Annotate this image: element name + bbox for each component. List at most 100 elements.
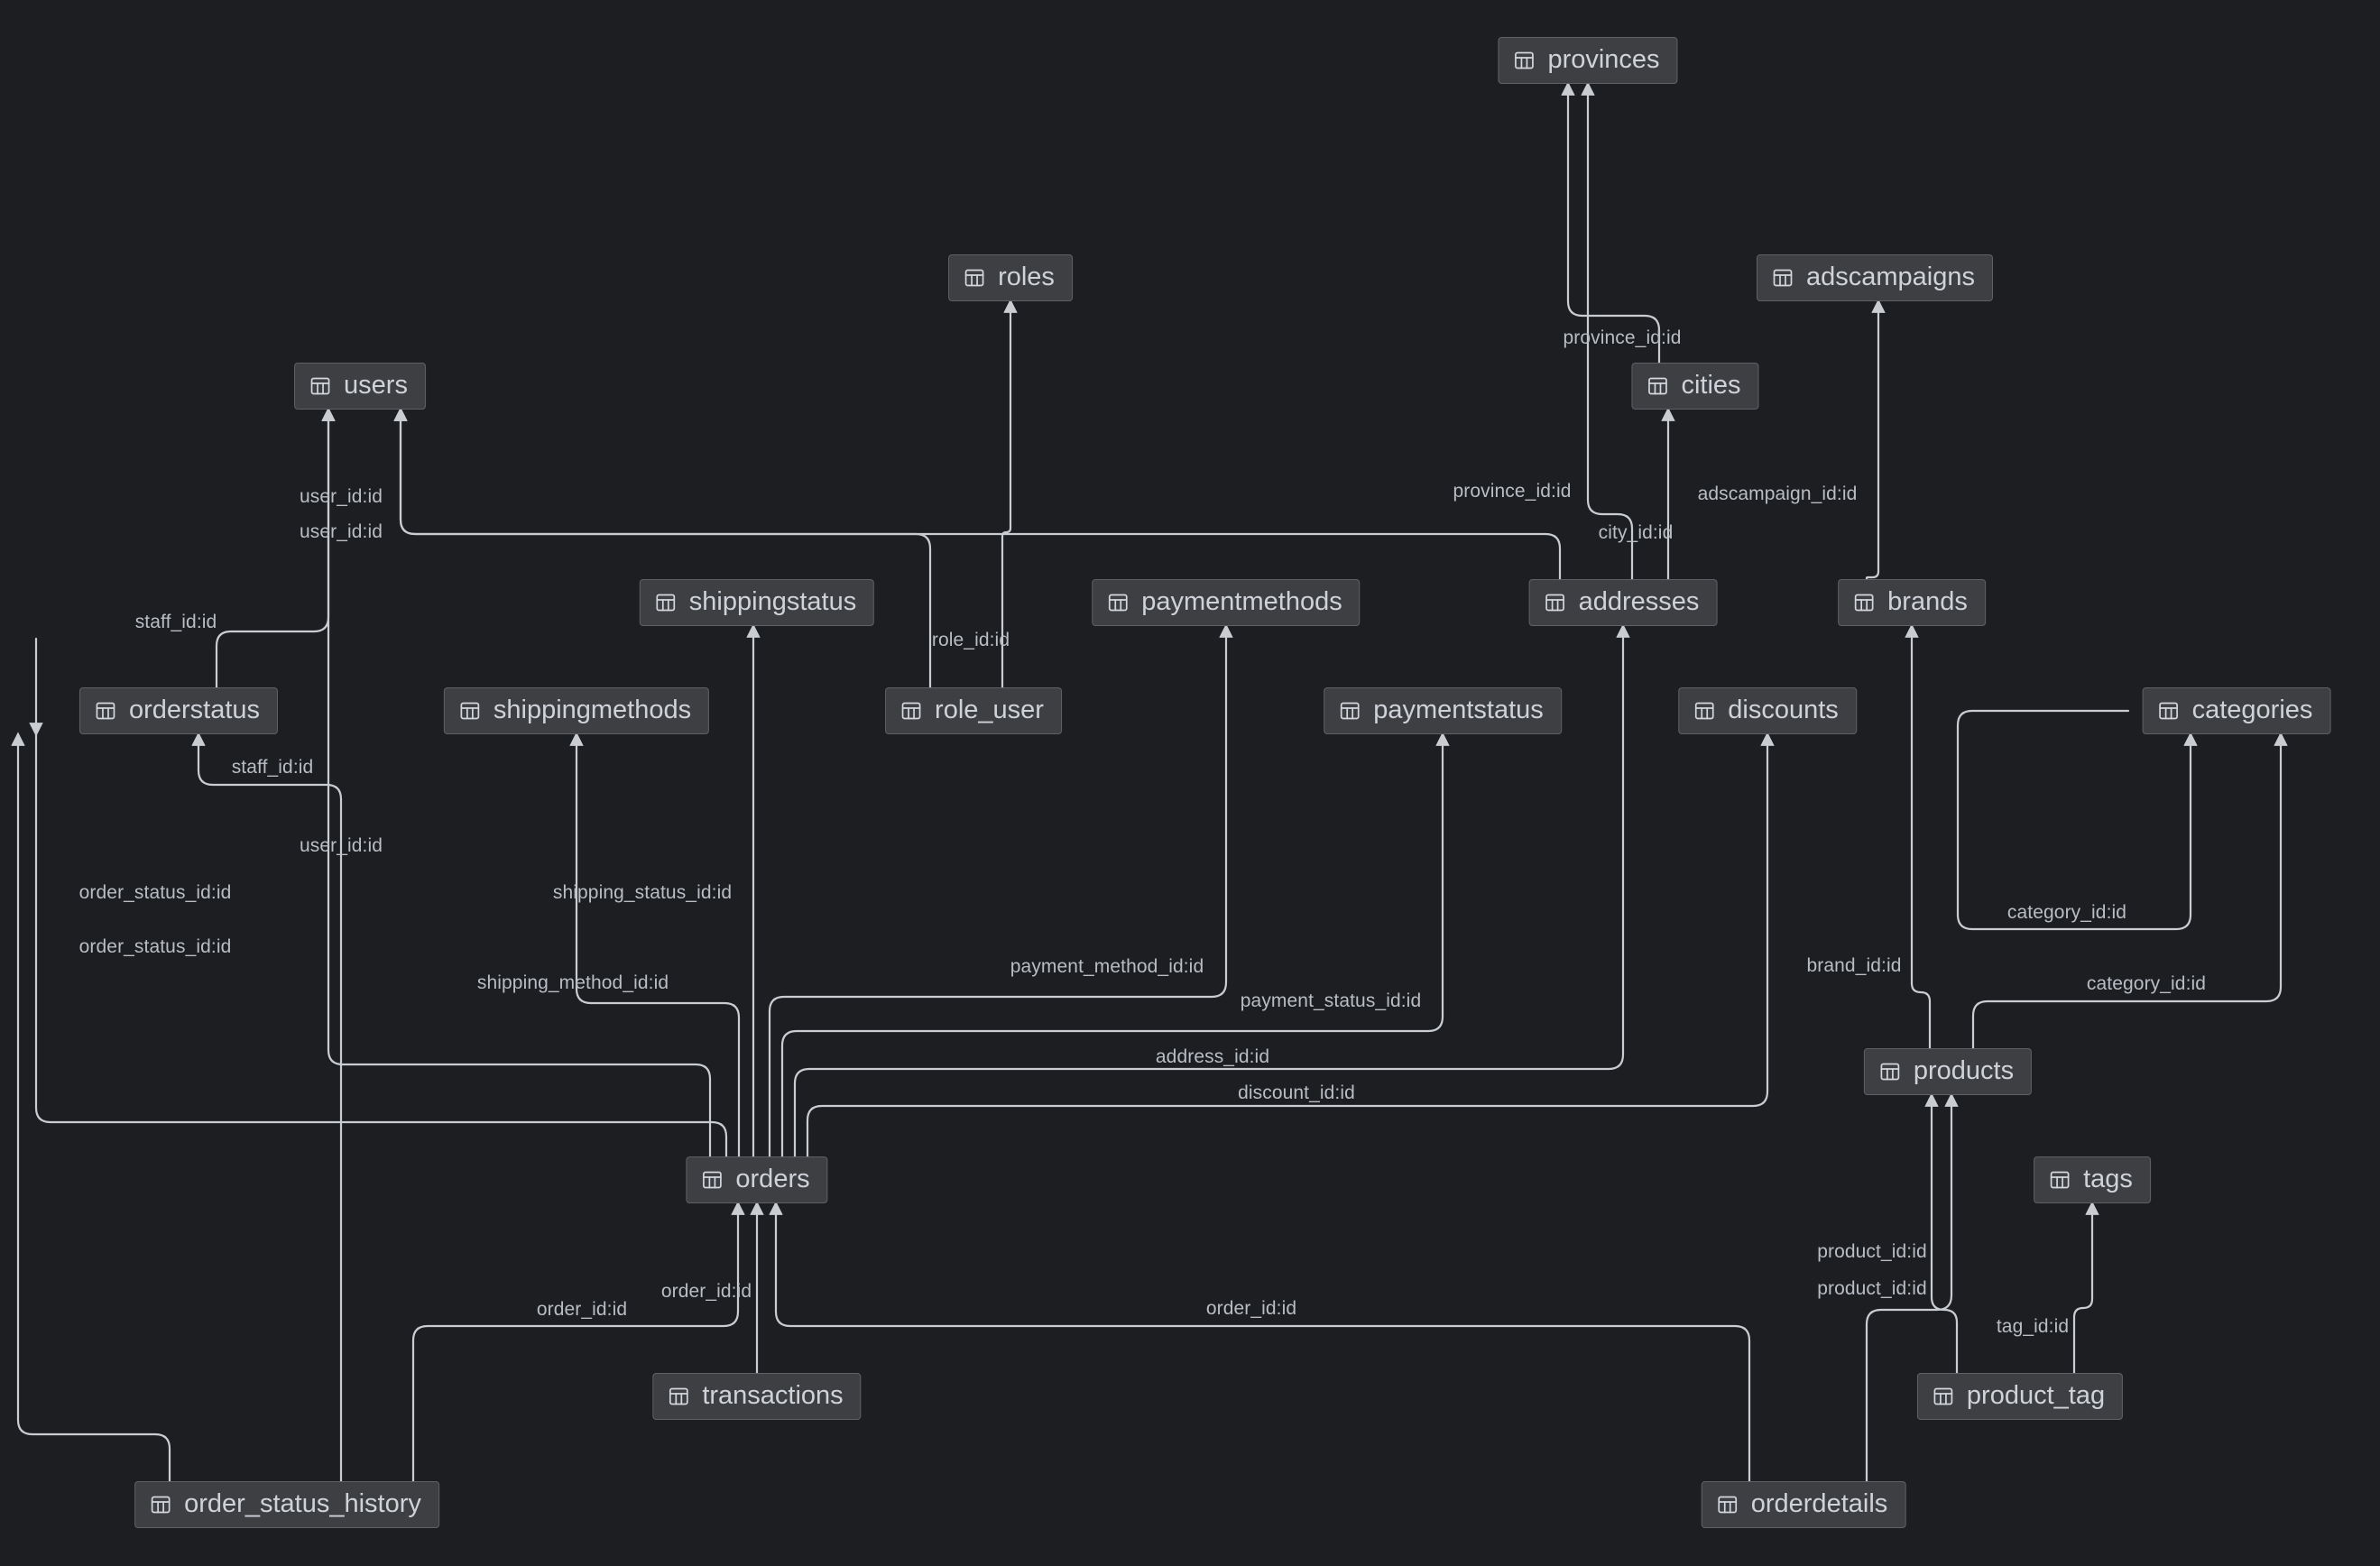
edge-label: province_id:id: [1453, 481, 1572, 502]
table-node-label: role_user: [935, 697, 1044, 723]
table-icon: [95, 700, 116, 722]
table-node-label: users: [344, 373, 408, 399]
table-icon: [309, 375, 331, 397]
table-node-label: paymentstatus: [1373, 697, 1544, 723]
edge-label: product_id:id: [1817, 1278, 1927, 1300]
table-node-orderdetails[interactable]: orderdetails: [1702, 1481, 1906, 1528]
edge-label: tag_id:id: [1997, 1316, 2069, 1338]
table-node-products[interactable]: products: [1864, 1048, 2032, 1095]
table-icon: [459, 700, 481, 722]
table-node-label: product_tag: [1967, 1383, 2105, 1409]
edge-label: product_id:id: [1817, 1241, 1927, 1263]
table-node-product_tag[interactable]: product_tag: [1917, 1373, 2123, 1420]
edge-label: order_id:id: [661, 1281, 752, 1303]
edge-label: category_id:id: [2007, 902, 2126, 924]
edge-orders-to-users: [328, 410, 710, 1156]
table-node-brands[interactable]: brands: [1838, 579, 1986, 626]
table-node-order_status_history[interactable]: order_status_history: [134, 1481, 439, 1528]
edge-label: user_id:id: [300, 486, 383, 508]
table-icon: [2158, 700, 2180, 722]
edge-orderdetails-to-orders: [776, 1203, 1749, 1481]
edge-role_user-to-roles: [1002, 301, 1010, 687]
edge-label: order_status_id:id: [79, 882, 232, 904]
table-icon: [1339, 700, 1361, 722]
table-node-label: paymentmethods: [1141, 589, 1342, 615]
table-node-label: cities: [1681, 373, 1740, 399]
edge-label: province_id:id: [1564, 327, 1682, 349]
table-node-paymentmethods[interactable]: paymentmethods: [1092, 579, 1360, 626]
table-node-label: shippingmethods: [494, 697, 691, 723]
table-icon: [1879, 1061, 1901, 1082]
edge-label: adscampaign_id:id: [1698, 484, 1858, 505]
table-node-label: orderdetails: [1751, 1491, 1888, 1517]
table-node-adscampaigns[interactable]: adscampaigns: [1757, 254, 1993, 301]
table-icon: [655, 592, 677, 613]
edge-label: staff_id:id: [232, 757, 314, 778]
edge-layer: [0, 0, 2380, 1566]
table-node-paymentstatus[interactable]: paymentstatus: [1324, 687, 1562, 734]
edge-role_user-to-users: [401, 410, 930, 687]
table-node-label: addresses: [1579, 589, 1700, 615]
table-node-shippingmethods[interactable]: shippingmethods: [444, 687, 709, 734]
table-node-discounts[interactable]: discounts: [1678, 687, 1857, 734]
table-node-provinces[interactable]: provinces: [1498, 37, 1677, 84]
edge-product_tag-to-products: [1932, 1095, 1957, 1373]
edge-label: order_id:id: [537, 1299, 627, 1321]
table-node-label: categories: [2192, 697, 2313, 723]
edge-label: shipping_status_id:id: [553, 882, 732, 904]
table-node-label: roles: [998, 264, 1055, 290]
edge-label: payment_status_id:id: [1241, 990, 1421, 1012]
table-icon: [1853, 592, 1875, 613]
table-node-cities[interactable]: cities: [1631, 363, 1758, 410]
edge-orders-to-shippingmethods: [577, 734, 739, 1156]
edge-categories-to-categories: [1958, 711, 2191, 929]
edge-brands-to-adscampaigns: [1867, 301, 1878, 579]
table-node-orderstatus[interactable]: orderstatus: [79, 687, 278, 734]
edge-label: payment_method_id:id: [1010, 956, 1204, 978]
table-node-label: products: [1914, 1058, 2014, 1084]
edge-orders-to-discounts: [807, 734, 1767, 1156]
table-node-orders[interactable]: orders: [686, 1156, 827, 1203]
er-diagram-canvas: province_id:idprovince_id:idcity_id:idad…: [0, 0, 2380, 1566]
edge-addresses-to-provinces: [1588, 84, 1632, 579]
table-node-label: order_status_history: [184, 1491, 421, 1517]
table-node-categories[interactable]: categories: [2143, 687, 2331, 734]
table-icon: [668, 1386, 689, 1407]
edge-label: order_status_id:id: [79, 936, 232, 958]
table-icon: [1772, 267, 1794, 289]
edge-label: shipping_method_id:id: [477, 972, 669, 994]
edge-label: role_id:id: [932, 630, 1010, 651]
table-node-label: orderstatus: [129, 697, 260, 723]
table-node-role_user[interactable]: role_user: [885, 687, 1062, 734]
table-node-tags[interactable]: tags: [2034, 1156, 2151, 1203]
edge-products-to-categories: [1973, 734, 2281, 1048]
table-node-users[interactable]: users: [294, 363, 426, 410]
table-node-transactions[interactable]: transactions: [652, 1373, 861, 1420]
table-icon: [1107, 592, 1129, 613]
edge-cities-to-provinces: [1568, 84, 1659, 363]
table-node-label: tags: [2083, 1166, 2133, 1193]
edge-label: category_id:id: [2087, 973, 2206, 995]
edge-addresses-to-users: [401, 410, 1560, 579]
table-node-label: discounts: [1728, 697, 1839, 723]
table-node-addresses[interactable]: addresses: [1529, 579, 1718, 626]
table-node-label: orders: [735, 1166, 809, 1193]
edge-product_tag-to-tags: [2074, 1203, 2092, 1373]
edge-order_status_history-to-orderstatus: [198, 734, 341, 1481]
edge-order_status_history-to-orders: [413, 1203, 738, 1481]
edge-orders-to-paymentstatus: [782, 734, 1443, 1156]
table-icon: [2049, 1169, 2071, 1191]
table-icon: [1717, 1494, 1739, 1515]
table-icon: [1647, 375, 1668, 397]
table-node-label: transactions: [702, 1383, 843, 1409]
table-icon: [1513, 50, 1535, 71]
table-node-shippingstatus[interactable]: shippingstatus: [640, 579, 874, 626]
edge-label: city_id:id: [1599, 522, 1674, 544]
edge-label: staff_id:id: [135, 612, 217, 633]
table-icon: [1693, 700, 1715, 722]
table-node-roles[interactable]: roles: [948, 254, 1073, 301]
table-icon: [701, 1169, 723, 1191]
table-icon: [964, 267, 985, 289]
edge-label: brand_id:id: [1806, 955, 1901, 977]
table-icon: [900, 700, 922, 722]
